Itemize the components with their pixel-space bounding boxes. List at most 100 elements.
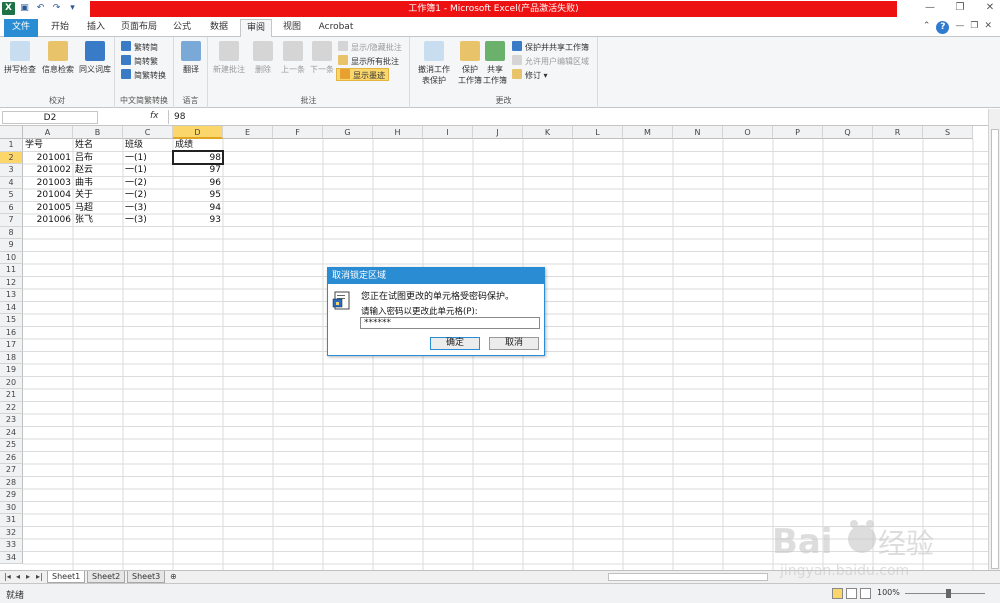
cell-b3[interactable]: 赵云	[73, 164, 123, 177]
row-header-23[interactable]: 23	[0, 414, 23, 427]
cell-a2[interactable]: 201001	[23, 152, 73, 165]
row-header-17[interactable]: 17	[0, 339, 23, 352]
tab-data[interactable]: 数据	[202, 19, 236, 37]
save-icon[interactable]: ▣	[18, 2, 31, 15]
row-header-27[interactable]: 27	[0, 464, 23, 477]
formula-input[interactable]: 98	[168, 110, 990, 124]
row-header-33[interactable]: 33	[0, 539, 23, 552]
close-icon[interactable]: ✕	[984, 2, 996, 13]
column-header-c[interactable]: C	[123, 126, 173, 139]
row-header-26[interactable]: 26	[0, 451, 23, 464]
cell-c3[interactable]: 一(1)	[123, 164, 173, 177]
vertical-scrollbar[interactable]	[988, 109, 1000, 570]
column-header-n[interactable]: N	[673, 126, 723, 139]
restore-icon[interactable]: ❐	[954, 2, 966, 13]
help-icon[interactable]: ?	[936, 21, 950, 34]
column-header-l[interactable]: L	[573, 126, 623, 139]
cell-c4[interactable]: 一(2)	[123, 177, 173, 190]
insert-sheet-icon[interactable]: ⊕	[170, 572, 177, 581]
cell-b5[interactable]: 关于	[73, 189, 123, 202]
row-header-7[interactable]: 7	[0, 214, 23, 227]
row-header-10[interactable]: 10	[0, 251, 23, 264]
trad-to-simp-button[interactable]: 繁转简	[121, 41, 158, 54]
row-header-14[interactable]: 14	[0, 301, 23, 314]
column-header-b[interactable]: B	[73, 126, 123, 139]
password-input[interactable]: ******	[360, 317, 540, 329]
column-header-k[interactable]: K	[523, 126, 573, 139]
last-sheet-icon[interactable]: ▸|	[36, 572, 43, 581]
sheet-tab-1[interactable]: Sheet1	[47, 571, 86, 583]
normal-view-icon[interactable]	[832, 588, 843, 599]
translate-button[interactable]: 翻译	[176, 41, 206, 75]
column-header-h[interactable]: H	[373, 126, 423, 139]
cell-b1[interactable]: 姓名	[73, 139, 123, 152]
column-header-a[interactable]: A	[23, 126, 73, 139]
tab-insert[interactable]: 插入	[80, 19, 112, 37]
cell-c5[interactable]: 一(2)	[123, 189, 173, 202]
protect-and-share-button[interactable]: 保护并共享工作簿	[512, 41, 589, 54]
cell-a7[interactable]: 201006	[23, 214, 73, 227]
column-header-m[interactable]: M	[623, 126, 673, 139]
cell-c6[interactable]: 一(3)	[123, 202, 173, 215]
row-header-18[interactable]: 18	[0, 351, 23, 364]
cell-d3[interactable]: 97	[173, 164, 223, 177]
cell-b6[interactable]: 马超	[73, 202, 123, 215]
previous-comment-button[interactable]: 上一条	[278, 41, 308, 75]
cell-d7[interactable]: 93	[173, 214, 223, 227]
prev-sheet-icon[interactable]: ◂	[16, 572, 20, 581]
cell-c1[interactable]: 班级	[123, 139, 173, 152]
row-header-5[interactable]: 5	[0, 189, 23, 202]
cell-a5[interactable]: 201004	[23, 189, 73, 202]
cell-b4[interactable]: 曲韦	[73, 177, 123, 190]
tab-page-layout[interactable]: 页面布局	[116, 19, 162, 37]
column-header-p[interactable]: P	[773, 126, 823, 139]
tab-file[interactable]: 文件	[4, 19, 38, 37]
tab-acrobat[interactable]: Acrobat	[314, 19, 358, 37]
fx-icon[interactable]: fx	[150, 111, 159, 121]
page-break-view-icon[interactable]	[860, 588, 871, 599]
unprotect-sheet-button[interactable]: 撤消工作 表保护	[414, 41, 454, 86]
first-sheet-icon[interactable]: |◂	[4, 572, 11, 581]
row-header-28[interactable]: 28	[0, 476, 23, 489]
new-comment-button[interactable]: 新建批注	[212, 41, 246, 75]
zoom-slider[interactable]	[905, 593, 985, 594]
chinese-convert-button[interactable]: 简繁转换	[121, 69, 166, 82]
tab-view[interactable]: 视图	[276, 19, 308, 37]
row-header-30[interactable]: 30	[0, 501, 23, 514]
show-ink-button[interactable]: 显示墨迹	[336, 68, 389, 81]
row-header-22[interactable]: 22	[0, 401, 23, 414]
allow-edit-ranges-button[interactable]: 允许用户编辑区域	[512, 55, 589, 68]
cell-c7[interactable]: 一(3)	[123, 214, 173, 227]
row-header-3[interactable]: 3	[0, 164, 23, 177]
next-comment-button[interactable]: 下一条	[308, 41, 336, 75]
sheet-tab-2[interactable]: Sheet2	[87, 571, 126, 583]
column-header-e[interactable]: E	[223, 126, 273, 139]
horizontal-scroll-thumb[interactable]	[608, 573, 768, 581]
select-all-corner[interactable]	[0, 126, 23, 139]
cell-a1[interactable]: 学号	[23, 139, 73, 152]
redo-icon[interactable]: ↷	[50, 2, 63, 15]
simp-to-trad-button[interactable]: 简转繁	[121, 55, 158, 68]
tab-home[interactable]: 开始	[44, 19, 76, 37]
ribbon-close-icon[interactable]: ✕	[984, 21, 992, 34]
row-header-31[interactable]: 31	[0, 514, 23, 527]
ribbon-restore-icon[interactable]: ❐	[970, 21, 978, 34]
row-header-11[interactable]: 11	[0, 264, 23, 277]
cell-b2[interactable]: 吕布	[73, 152, 123, 165]
active-cell-d2[interactable]	[172, 150, 224, 165]
row-header-25[interactable]: 25	[0, 439, 23, 452]
row-header-32[interactable]: 32	[0, 526, 23, 539]
row-header-21[interactable]: 21	[0, 389, 23, 402]
row-header-34[interactable]: 34	[0, 551, 23, 564]
row-header-24[interactable]: 24	[0, 426, 23, 439]
collapse-ribbon-icon[interactable]: ⌃	[923, 21, 931, 34]
row-header-2[interactable]: 2	[0, 151, 23, 164]
undo-icon[interactable]: ↶	[34, 2, 47, 15]
column-header-q[interactable]: Q	[823, 126, 873, 139]
cancel-button[interactable]: 取消	[489, 337, 539, 350]
cell-a6[interactable]: 201005	[23, 202, 73, 215]
page-layout-view-icon[interactable]	[846, 588, 857, 599]
row-header-20[interactable]: 20	[0, 376, 23, 389]
row-header-19[interactable]: 19	[0, 364, 23, 377]
row-header-16[interactable]: 16	[0, 326, 23, 339]
